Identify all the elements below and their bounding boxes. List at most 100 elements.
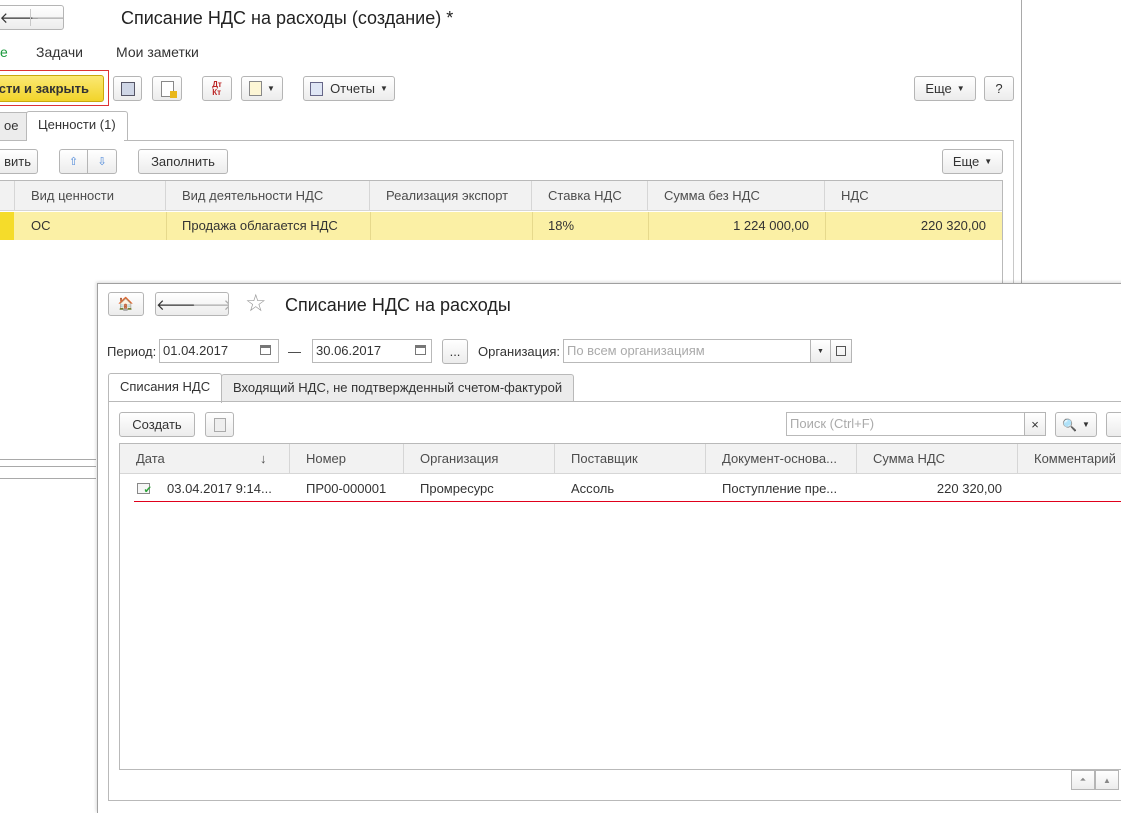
header-cell[interactable]: Сумма НДС [857,444,1018,474]
tab-vat-writeoffs-label: Списания НДС [120,379,211,394]
open-form-icon [836,346,846,356]
fill-label: Заполнить [151,154,215,169]
table-cell[interactable] [1018,475,1121,503]
table-cell[interactable]: ОС [15,212,166,240]
star-icon[interactable]: ☆ [245,289,267,318]
table-row[interactable]: ОС Продажа облагается НДС 18% 1 224 000,… [0,212,1002,240]
table-more-label: Еще [952,154,980,169]
table-cell[interactable]: Продажа облагается НДС [166,212,370,240]
calendar-icon[interactable] [415,345,426,355]
header-cell[interactable]: Номер [290,444,404,474]
create-label: Создать [132,417,182,432]
table-cell[interactable] [370,212,532,240]
organization-dropdown-button[interactable]: ▼ [810,339,831,363]
dt-kt-icon: Дт Кт [212,79,222,97]
copy-button[interactable] [205,412,234,437]
table-cell[interactable]: 220 320,00 [825,212,1002,240]
table-cell[interactable]: Ассоль [555,475,706,503]
forward-arrow-icon[interactable]: 🡒 [31,8,64,27]
fg-nav-buttons: 🡐 🡒 [155,292,229,316]
tab-values[interactable]: Ценности (1) [26,111,128,141]
nav-tab-main[interactable]: е [0,44,8,60]
move-up-button[interactable]: ⇧ [59,149,88,174]
post-button[interactable] [152,76,182,101]
help-button[interactable]: ? [984,76,1014,101]
arrow-down-icon: ⇩ [97,156,107,168]
header-cell[interactable]: Комментарий [1018,444,1121,474]
nav-tab-notes[interactable]: Мои заметки [116,44,199,60]
table-more-button[interactable]: Еще ▼ [942,149,1003,174]
forward-arrow-icon[interactable]: 🡒 [192,295,228,314]
current-row-underline [134,501,1121,502]
reports-button[interactable]: Отчеты ▼ [303,76,395,101]
chevron-down-icon: ▼ [267,84,275,93]
header-cell[interactable]: Ставка НДС [532,181,648,211]
scroll-top-icon: ⏶ [1079,775,1087,784]
header-cell[interactable]: НДС [825,181,1002,211]
search-button[interactable]: 🔍 ▼ [1055,412,1097,437]
calendar-icon[interactable] [260,345,271,355]
header-cell[interactable]: Дата ↓ [120,444,290,474]
home-icon: 🏠 [117,296,135,311]
table-cell[interactable]: ПР00-000001 [290,475,404,503]
date-to-field[interactable]: 30.06.2017 [312,339,432,363]
header-cell[interactable]: Реализация экспорт [370,181,532,211]
more-button[interactable]: Еще ▼ [914,76,976,101]
sort-arrow-icon: ↓ [260,451,267,466]
extra-button[interactable] [1106,412,1121,437]
table-cell[interactable]: 220 320,00 [857,475,1018,503]
table-cell[interactable]: 1 224 000,00 [648,212,825,240]
create-button[interactable]: Создать [119,412,195,437]
post-document-icon [160,80,177,98]
table-cell[interactable]: 18% [532,212,648,240]
organization-label: Организация: [478,344,561,359]
dt-kt-button[interactable]: Дт Кт [202,76,232,101]
reports-label: Отчеты [330,81,375,96]
search-placeholder: Поиск (Ctrl+F) [790,416,875,431]
tab-incoming-vat-label: Входящий НДС, не подтвержденный счетом-ф… [233,380,563,395]
header-cell[interactable]: Документ-основа... [706,444,857,474]
nav-tab-tasks[interactable]: Задачи [36,44,83,60]
chevron-down-icon: ▼ [984,157,993,166]
reports-icon [310,81,324,96]
post-and-close-button[interactable]: сти и закрыть [0,75,104,102]
header-cell[interactable]: Сумма без НДС [648,181,825,211]
add-row-button[interactable]: вить [0,149,38,174]
home-button[interactable]: 🏠 [108,292,144,316]
back-arrow-icon[interactable]: 🡐 [156,295,196,314]
select-period-button[interactable]: ... [442,339,468,364]
chevron-down-icon: ▼ [380,84,388,93]
clear-search-button[interactable]: × [1024,412,1046,436]
table-header: Вид ценности Вид деятельности НДС Реализ… [0,181,1002,211]
table-cell[interactable]: Поступление пре... [706,475,857,503]
header-cell[interactable]: Вид деятельности НДС [166,181,370,211]
table-row[interactable]: ✔ 03.04.2017 9:14... ПР00-000001 Промрес… [120,475,1121,503]
save-button[interactable] [113,76,142,101]
add-row-label: вить [4,154,31,169]
search-input[interactable]: Поиск (Ctrl+F) [786,412,1026,436]
close-icon: × [1031,416,1039,432]
tab-values-label: Ценности (1) [38,117,116,132]
organization-placeholder: По всем организациям [567,343,705,358]
scroll-to-top-button[interactable]: ⏶ [1071,770,1095,790]
values-table: Вид ценности Вид деятельности НДС Реализ… [0,180,1003,290]
scroll-up-button[interactable]: ▲ [1095,770,1119,790]
header-cell[interactable]: Организация [404,444,555,474]
table-cell[interactable]: 03.04.2017 9:14... [151,475,290,503]
organization-open-button[interactable] [830,339,852,363]
scroll-up-icon: ▲ [1103,775,1111,785]
create-based-on-button[interactable]: ▼ [241,76,283,101]
tab-vat-writeoffs[interactable]: Списания НДС [108,373,223,403]
header-cell[interactable]: Вид ценности [15,181,166,211]
fill-button[interactable]: Заполнить [138,149,228,174]
move-down-button[interactable]: ⇩ [87,149,117,174]
table-cell[interactable]: Промресурс [404,475,555,503]
tab-incoming-vat[interactable]: Входящий НДС, не подтвержденный счетом-ф… [221,374,575,402]
organization-field[interactable]: По всем организациям [563,339,811,363]
create-based-icon [249,81,263,96]
copy-document-icon [213,417,226,432]
table-header: Дата ↓ Номер Организация Поставщик Докум… [120,444,1121,474]
header-cell[interactable]: Поставщик [555,444,706,474]
back-arrow-icon[interactable]: 🡐 [0,8,40,27]
documents-table: Дата ↓ Номер Организация Поставщик Докум… [119,443,1121,770]
